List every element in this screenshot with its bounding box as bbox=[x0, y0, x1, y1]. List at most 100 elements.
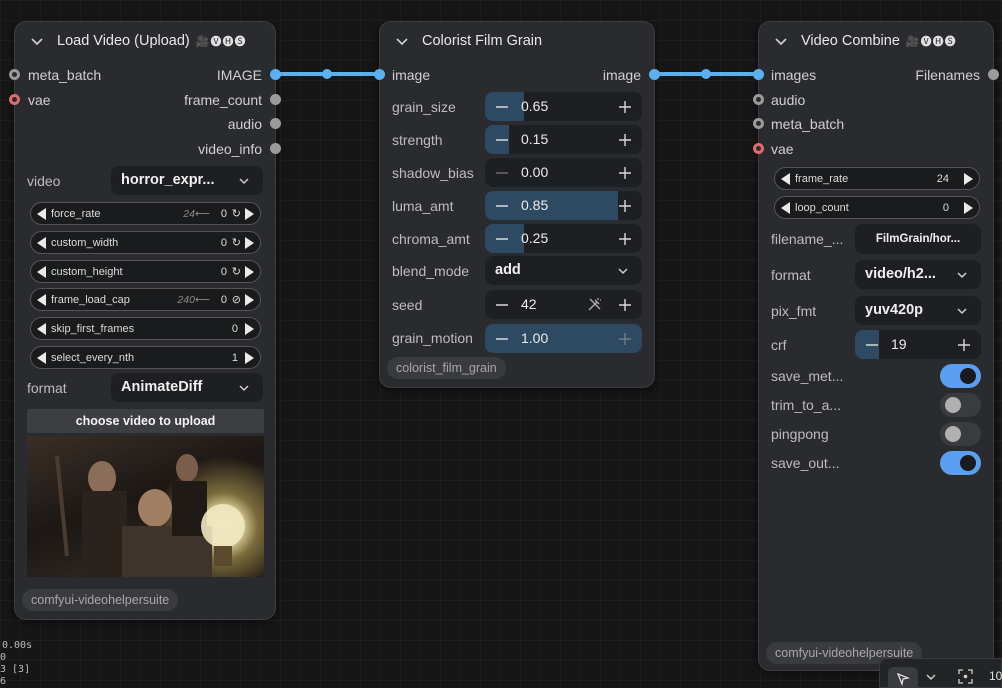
chevron-down-icon[interactable] bbox=[29, 33, 45, 49]
video-combine-node[interactable]: Video Combine 🎥🅥🅗🅢 images audio meta_bat… bbox=[753, 21, 999, 671]
increment-arrow-icon[interactable] bbox=[245, 323, 254, 335]
node-header[interactable]: Colorist Film Grain bbox=[380, 22, 654, 60]
input-slot-vae[interactable] bbox=[753, 143, 764, 154]
load-video-node[interactable]: Load Video (Upload) 🎥🅥🅗🅢 meta_batch vae … bbox=[9, 21, 281, 620]
decrement-arrow-icon[interactable] bbox=[37, 266, 46, 278]
crf-input[interactable]: 19 bbox=[855, 330, 981, 359]
plus-icon[interactable] bbox=[610, 224, 640, 253]
slider-name: force_rate bbox=[51, 208, 101, 220]
plus-icon[interactable] bbox=[610, 191, 640, 220]
blend-mode-select[interactable]: add bbox=[485, 256, 642, 285]
param-value: 0.25 bbox=[521, 230, 549, 246]
input-slot-image[interactable] bbox=[374, 69, 385, 80]
minus-icon[interactable] bbox=[487, 92, 517, 121]
plus-icon[interactable] bbox=[610, 290, 640, 319]
node-header[interactable]: Load Video (Upload) 🎥🅥🅗🅢 bbox=[15, 22, 275, 60]
decrement-arrow-icon[interactable] bbox=[37, 208, 46, 220]
slider-name: select_every_nth bbox=[51, 352, 135, 364]
loop-count-slider[interactable]: loop_count 0 bbox=[774, 196, 980, 219]
decrement-arrow-icon[interactable] bbox=[781, 202, 790, 214]
param-input[interactable]: 0.25 bbox=[485, 224, 642, 253]
param-input[interactable]: 0.00 bbox=[485, 158, 642, 187]
reset-icon[interactable]: ↻ bbox=[232, 207, 241, 220]
param-input[interactable]: 0.15 bbox=[485, 125, 642, 154]
output-slot-image[interactable] bbox=[270, 69, 281, 80]
randomize-icon[interactable] bbox=[587, 297, 602, 312]
output-slot-audio[interactable] bbox=[270, 118, 281, 129]
minus-icon[interactable] bbox=[487, 290, 517, 319]
select-every-nth-slider[interactable]: select_every_nth 1 bbox=[30, 346, 261, 369]
chevron-down-icon[interactable] bbox=[773, 33, 789, 49]
minus-icon[interactable] bbox=[487, 125, 517, 154]
reset-icon[interactable]: ↻ bbox=[232, 265, 241, 278]
output-label: audio bbox=[227, 116, 262, 132]
plus-icon[interactable] bbox=[610, 158, 640, 187]
plus-icon[interactable] bbox=[610, 324, 640, 353]
decrement-arrow-icon[interactable] bbox=[37, 294, 46, 306]
custom-width-slider[interactable]: custom_width 0 ↻ bbox=[30, 231, 261, 254]
save-metadata-toggle[interactable] bbox=[940, 364, 981, 388]
skip-first-frames-slider[interactable]: skip_first_frames 0 bbox=[30, 317, 261, 340]
fit-view-icon[interactable] bbox=[958, 669, 973, 684]
output-slot-filenames[interactable] bbox=[988, 69, 999, 80]
increment-arrow-icon[interactable] bbox=[964, 202, 973, 214]
minus-icon[interactable] bbox=[857, 330, 887, 359]
link-midpoint[interactable] bbox=[701, 69, 711, 79]
input-slot-audio[interactable] bbox=[753, 94, 764, 105]
frame-load-cap-slider[interactable]: frame_load_cap 240⟵ 0 ⊘ bbox=[30, 288, 261, 311]
increment-arrow-icon[interactable] bbox=[245, 237, 254, 249]
decrement-arrow-icon[interactable] bbox=[37, 323, 46, 335]
minus-icon[interactable] bbox=[487, 224, 517, 253]
decrement-arrow-icon[interactable] bbox=[781, 173, 790, 185]
output-slot-video-info[interactable] bbox=[270, 143, 281, 154]
save-output-toggle[interactable] bbox=[940, 451, 981, 475]
custom-height-slider[interactable]: custom_height 0 ↻ bbox=[30, 260, 261, 283]
node-header[interactable]: Video Combine 🎥🅥🅗🅢 bbox=[759, 22, 993, 60]
node-title: Video Combine bbox=[801, 33, 900, 49]
increment-arrow-icon[interactable] bbox=[964, 173, 973, 185]
disable-icon[interactable]: ⊘ bbox=[232, 293, 241, 306]
input-slot-vae[interactable] bbox=[9, 94, 20, 105]
video-select[interactable]: horror_expr... bbox=[111, 166, 263, 195]
pingpong-toggle[interactable] bbox=[940, 422, 981, 446]
link-midpoint[interactable] bbox=[322, 69, 332, 79]
param-input[interactable]: 0.65 bbox=[485, 92, 642, 121]
chevron-down-icon[interactable] bbox=[925, 671, 937, 683]
input-slot-meta-batch[interactable] bbox=[753, 118, 764, 129]
increment-arrow-icon[interactable] bbox=[245, 352, 254, 364]
plus-icon[interactable] bbox=[610, 92, 640, 121]
force-rate-slider[interactable]: force_rate 24⟵ 0 ↻ bbox=[30, 202, 261, 225]
slider-value: 0 bbox=[220, 266, 227, 278]
upload-button[interactable]: choose video to upload bbox=[27, 409, 264, 433]
param-input[interactable]: 0.85 bbox=[485, 191, 642, 220]
grain-motion-input[interactable]: 1.00 bbox=[485, 324, 642, 353]
pix-fmt-select[interactable]: yuv420p bbox=[855, 296, 981, 325]
crf-value: 19 bbox=[891, 336, 907, 352]
input-slot-images[interactable] bbox=[753, 69, 764, 80]
pix-fmt-value: yuv420p bbox=[865, 302, 924, 318]
minus-icon[interactable] bbox=[487, 324, 517, 353]
minus-icon[interactable] bbox=[487, 158, 517, 187]
plus-icon[interactable] bbox=[610, 125, 640, 154]
minus-icon[interactable] bbox=[487, 191, 517, 220]
seed-input[interactable]: 42 bbox=[485, 290, 642, 319]
frame-rate-slider[interactable]: frame_rate 24 bbox=[774, 167, 980, 190]
chevron-down-icon[interactable] bbox=[394, 33, 410, 49]
output-slot-image[interactable] bbox=[649, 69, 660, 80]
zoom-level[interactable]: 10 bbox=[989, 669, 1002, 683]
film-grain-node[interactable]: Colorist Film Grain image image grain_si… bbox=[374, 21, 660, 388]
output-slot-frame-count[interactable] bbox=[270, 94, 281, 105]
decrement-arrow-icon[interactable] bbox=[37, 237, 46, 249]
filename-prefix-input[interactable]: FilmGrain/hor... bbox=[855, 224, 981, 254]
plus-icon[interactable] bbox=[949, 330, 979, 359]
increment-arrow-icon[interactable] bbox=[245, 294, 254, 306]
increment-arrow-icon[interactable] bbox=[245, 208, 254, 220]
reset-icon[interactable]: ↻ bbox=[232, 236, 241, 249]
format-select[interactable]: AnimateDiff bbox=[111, 373, 263, 402]
format-select[interactable]: video/h2... bbox=[855, 260, 981, 289]
increment-arrow-icon[interactable] bbox=[245, 266, 254, 278]
select-tool-button[interactable] bbox=[888, 667, 918, 688]
trim-to-audio-toggle[interactable] bbox=[940, 393, 981, 417]
input-slot-meta-batch[interactable] bbox=[9, 69, 20, 80]
decrement-arrow-icon[interactable] bbox=[37, 352, 46, 364]
